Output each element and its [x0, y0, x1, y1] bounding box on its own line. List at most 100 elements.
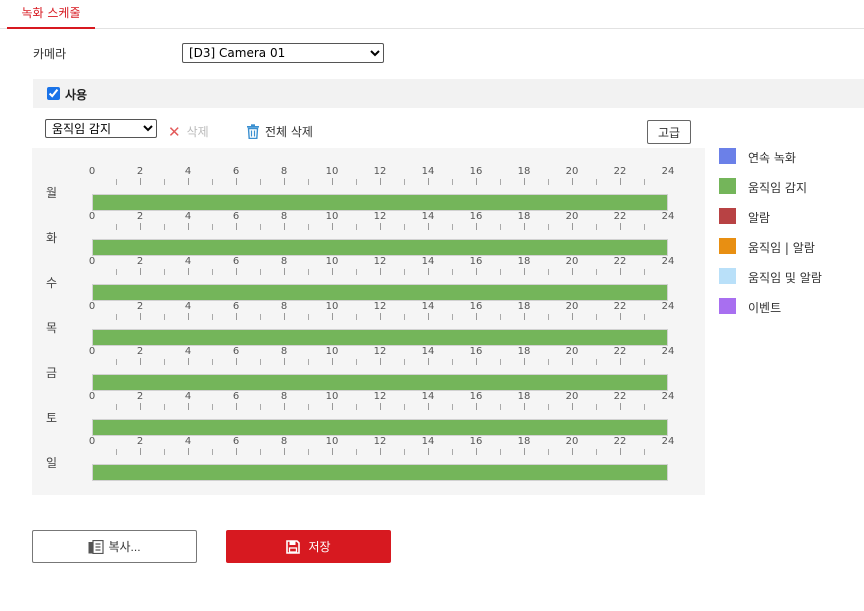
hour-tick	[212, 359, 213, 365]
hour-tick	[236, 448, 237, 455]
hour-tick	[284, 223, 285, 230]
hour-tick	[476, 178, 477, 185]
hour-tick	[332, 313, 333, 320]
hour-tick	[260, 404, 261, 410]
hour-label: 22	[613, 166, 627, 177]
hour-tick	[428, 358, 429, 365]
time-ruler: 0 2 4 6 8 10 12 14 16 18 20 22 24	[89, 301, 674, 320]
hour-tick	[212, 404, 213, 410]
hour-label: 14	[421, 211, 435, 222]
hour-tick	[572, 358, 573, 365]
hour-tick	[572, 448, 573, 455]
hour-label: 20	[565, 346, 579, 357]
hour-tick	[140, 358, 141, 365]
hour-tick	[188, 268, 189, 275]
hour-tick	[236, 358, 237, 365]
schedule-grid[interactable]: 월 0 2 4 6 8 10 12 14 16 18 20 22 24 화 0 2 4 6 8 10 12 14 16 18 20…	[32, 148, 705, 495]
hour-tick	[452, 269, 453, 275]
hour-tick	[116, 224, 117, 230]
hour-tick	[404, 314, 405, 320]
advanced-button[interactable]: 고급	[647, 120, 691, 144]
hour-label: 12	[373, 256, 387, 267]
hour-label: 18	[517, 211, 531, 222]
hour-label: 12	[373, 436, 387, 447]
legend-swatch	[719, 178, 736, 194]
hour-label: 22	[613, 301, 627, 312]
hour-label: 6	[232, 301, 240, 312]
hour-label: 0	[88, 256, 96, 267]
hour-tick	[476, 268, 477, 275]
legend-label: 움직임 | 알람	[748, 241, 815, 255]
hour-label: 22	[613, 391, 627, 402]
copy-button[interactable]: 복사...	[32, 530, 197, 563]
day-label: 화	[46, 231, 58, 245]
hour-tick	[332, 403, 333, 410]
hour-label: 22	[613, 211, 627, 222]
schedule-segment-motion[interactable]	[93, 465, 667, 480]
hour-label: 2	[136, 346, 144, 357]
hour-label: 14	[421, 391, 435, 402]
enable-label: 사용	[65, 88, 88, 102]
hour-tick	[140, 268, 141, 275]
hour-label: 22	[613, 346, 627, 357]
hour-tick	[260, 359, 261, 365]
delete-all-button[interactable]: 전체 삭제	[246, 123, 313, 140]
hour-tick	[404, 449, 405, 455]
day-schedule-bar[interactable]	[92, 464, 668, 481]
hour-tick	[284, 358, 285, 365]
camera-label: 카메라	[33, 47, 67, 61]
hour-tick	[332, 358, 333, 365]
hour-tick	[188, 178, 189, 185]
record-type-select[interactable]: 움직임 감지	[45, 119, 157, 138]
hour-tick	[452, 359, 453, 365]
delete-button[interactable]: ✕ 삭제	[168, 123, 209, 141]
hour-tick	[524, 178, 525, 185]
hour-tick	[476, 403, 477, 410]
hour-tick	[332, 268, 333, 275]
hour-label: 20	[565, 391, 579, 402]
hour-tick	[188, 448, 189, 455]
tab-recording-schedule[interactable]: 녹화 스케줄	[7, 0, 95, 29]
hour-label: 4	[184, 166, 192, 177]
schedule-row: 금 0 2 4 6 8 10 12 14 16 18 20 22 24	[32, 339, 705, 391]
hour-tick	[644, 269, 645, 275]
legend-swatch	[719, 148, 736, 164]
enable-checkbox[interactable]	[47, 87, 60, 100]
hour-tick	[236, 403, 237, 410]
legend-item-motion_and_alarm[interactable]: 움직임 및 알람	[719, 268, 859, 285]
legend-item-event[interactable]: 이벤트	[719, 298, 859, 315]
hour-tick	[596, 404, 597, 410]
legend-item-motion[interactable]: 움직임 감지	[719, 178, 859, 195]
hour-label: 20	[565, 301, 579, 312]
hour-tick	[548, 404, 549, 410]
hour-tick	[236, 223, 237, 230]
hour-label: 12	[373, 391, 387, 402]
hour-label: 22	[613, 256, 627, 267]
hour-tick	[356, 179, 357, 185]
hour-tick	[524, 448, 525, 455]
hour-tick	[644, 224, 645, 230]
hour-label: 18	[517, 301, 531, 312]
hour-tick	[524, 313, 525, 320]
hour-tick	[596, 269, 597, 275]
schedule-row: 목 0 2 4 6 8 10 12 14 16 18 20 22 24	[32, 294, 705, 346]
hour-label: 4	[184, 436, 192, 447]
hour-tick	[356, 224, 357, 230]
delete-label: 삭제	[186, 125, 209, 139]
hour-label: 6	[232, 346, 240, 357]
legend-item-alarm[interactable]: 알람	[719, 208, 859, 225]
legend-item-continuous[interactable]: 연속 녹화	[719, 148, 859, 165]
camera-select[interactable]: [D3] Camera 01	[182, 43, 384, 63]
hour-tick	[548, 269, 549, 275]
hour-label: 8	[280, 391, 288, 402]
legend-item-motion_or_alarm[interactable]: 움직임 | 알람	[719, 238, 859, 255]
hour-tick	[428, 178, 429, 185]
hour-tick	[428, 268, 429, 275]
save-button[interactable]: 저장	[226, 530, 391, 563]
hour-label: 10	[325, 256, 339, 267]
hour-tick	[404, 269, 405, 275]
hour-label: 22	[613, 436, 627, 447]
hour-tick	[428, 403, 429, 410]
day-label: 토	[46, 411, 58, 425]
hour-label: 6	[232, 211, 240, 222]
